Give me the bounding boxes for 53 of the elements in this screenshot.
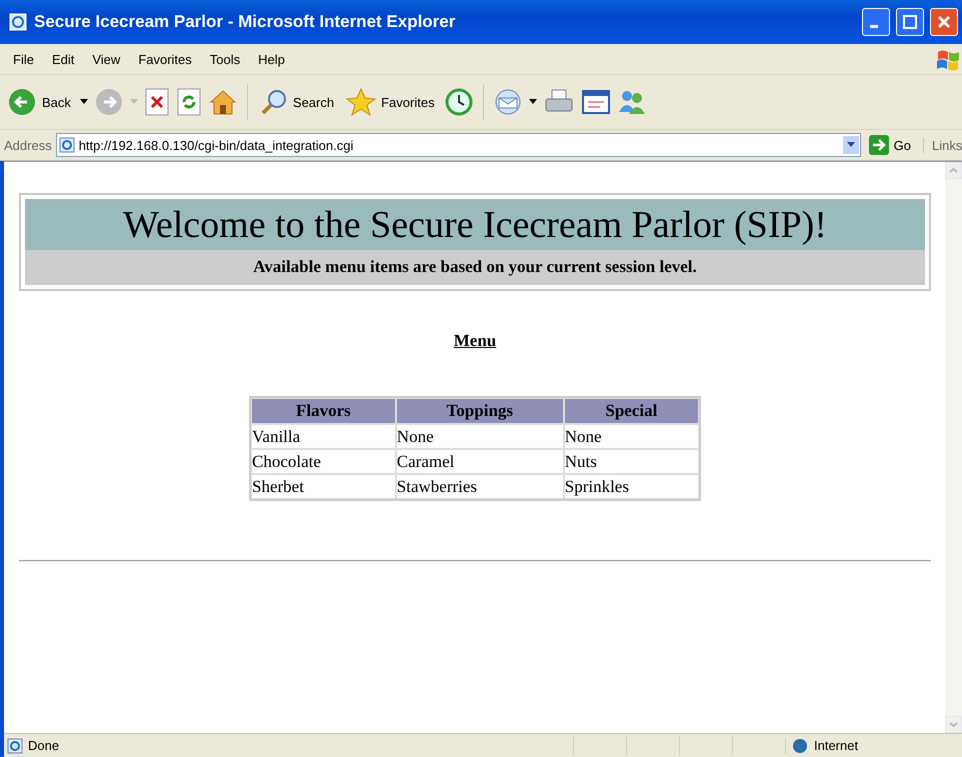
table-cell: None xyxy=(396,424,564,449)
close-button[interactable] xyxy=(930,8,958,36)
browser-icon xyxy=(8,12,28,32)
stop-icon[interactable] xyxy=(144,88,170,116)
menu-item[interactable]: Help xyxy=(249,50,294,68)
globe-icon xyxy=(792,738,808,754)
menu-item[interactable]: Tools xyxy=(200,50,250,68)
table-cell: None xyxy=(564,424,699,449)
back-button[interactable]: Back xyxy=(4,85,74,119)
maximize-button[interactable] xyxy=(896,8,924,36)
links-button[interactable]: Links xyxy=(923,138,962,152)
window-title: Secure Icecream Parlor - Microsoft Internet Explorer xyxy=(34,12,456,32)
close-icon xyxy=(937,15,951,29)
go-button[interactable]: Go xyxy=(864,135,919,155)
menu-item[interactable]: View xyxy=(83,50,130,68)
dropdown-arrow-icon[interactable] xyxy=(528,99,537,105)
column-header: Flavors xyxy=(251,398,396,424)
history-clock-icon[interactable] xyxy=(444,87,474,117)
zone-label: Internet xyxy=(814,738,858,753)
address-field[interactable]: http://192.168.0.130/cgi-bin/data_integration.cgi xyxy=(56,133,861,157)
table-cell: Vanilla xyxy=(251,424,396,449)
menu-title: Menu xyxy=(454,331,496,350)
menu-item[interactable]: File xyxy=(4,50,43,68)
table-cell: Stawberries xyxy=(396,474,564,499)
table-cell: Sherbet xyxy=(251,474,396,499)
status-text: Done xyxy=(28,738,60,753)
caret-icon xyxy=(846,142,855,148)
page-icon xyxy=(7,738,23,754)
dropdown-arrow-icon[interactable] xyxy=(80,99,88,105)
maximize-icon xyxy=(903,15,917,29)
table-cell: Sprinkles xyxy=(564,474,699,499)
table-cell: Chocolate xyxy=(251,449,396,474)
favorites-button[interactable]: Favorites xyxy=(343,85,438,119)
search-icon xyxy=(260,88,288,116)
menu-item[interactable]: Favorites xyxy=(129,50,201,68)
page-heading: Welcome to the Secure Icecream Parlor (SIP)! xyxy=(25,199,925,250)
column-header: Toppings xyxy=(396,398,564,424)
edit-page-icon[interactable] xyxy=(580,88,611,116)
menu-item[interactable]: Edit xyxy=(42,50,84,68)
star-icon xyxy=(346,87,376,117)
minimize-icon xyxy=(870,25,878,28)
table-cell: Nuts xyxy=(564,449,699,474)
dropdown-button[interactable] xyxy=(842,136,859,154)
refresh-icon[interactable] xyxy=(176,88,202,116)
search-button[interactable]: Search xyxy=(256,86,338,118)
mail-icon[interactable] xyxy=(492,87,523,117)
address-label: Address xyxy=(4,138,52,152)
people-icon[interactable] xyxy=(616,88,647,116)
subheading: Available menu items are based on your current session level. xyxy=(25,250,925,285)
minimize-button[interactable] xyxy=(862,8,890,36)
column-header: Special xyxy=(564,398,699,424)
page-icon xyxy=(58,137,75,153)
table-cell: Caramel xyxy=(396,449,564,474)
